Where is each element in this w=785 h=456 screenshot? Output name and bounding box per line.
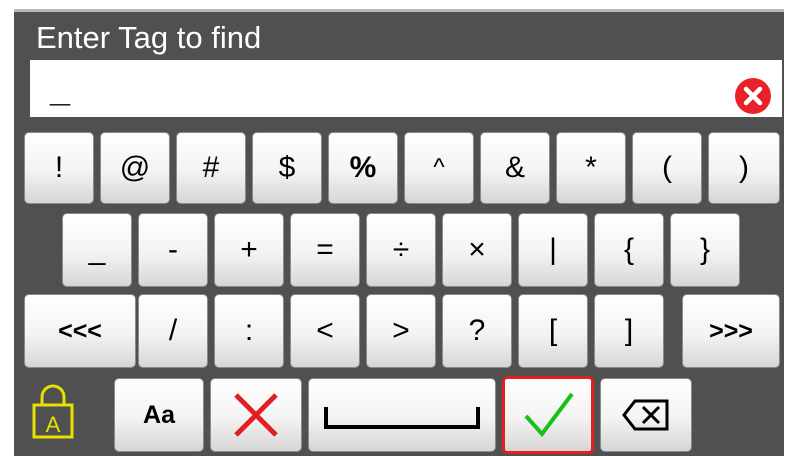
- key-close-bracket[interactable]: ]: [594, 294, 664, 368]
- space-bar-button[interactable]: [308, 378, 496, 452]
- key-open-brace[interactable]: {: [594, 213, 664, 287]
- caps-lock-icon[interactable]: A: [28, 381, 78, 441]
- key-open-bracket[interactable]: [: [518, 294, 588, 368]
- case-toggle-button[interactable]: Aa: [114, 378, 204, 452]
- prompt-label: Enter Tag to find: [36, 20, 262, 55]
- key-colon[interactable]: :: [214, 294, 284, 368]
- key-multiply[interactable]: ×: [442, 213, 512, 287]
- key-greater-than[interactable]: >: [366, 294, 436, 368]
- key-plus[interactable]: +: [214, 213, 284, 287]
- backspace-icon: [622, 399, 669, 431]
- key-percent[interactable]: %: [328, 132, 398, 204]
- key-close-paren[interactable]: ): [708, 132, 780, 204]
- backspace-button[interactable]: [600, 378, 692, 452]
- space-bar-icon: [324, 407, 480, 429]
- key-equals[interactable]: =: [290, 213, 360, 287]
- key-divide[interactable]: ÷: [366, 213, 436, 287]
- key-at[interactable]: @: [100, 132, 170, 204]
- tag-search-input[interactable]: _: [30, 60, 782, 117]
- cancel-x-icon: [234, 393, 278, 437]
- key-hash[interactable]: #: [176, 132, 246, 204]
- key-minus[interactable]: -: [138, 213, 208, 287]
- key-pipe[interactable]: |: [518, 213, 588, 287]
- key-less-than[interactable]: <: [290, 294, 360, 368]
- key-page-right[interactable]: >>>: [682, 294, 780, 368]
- key-question[interactable]: ?: [442, 294, 512, 368]
- key-exclamation[interactable]: !: [24, 132, 94, 204]
- check-icon: [524, 392, 574, 438]
- clear-icon[interactable]: [735, 78, 771, 114]
- confirm-button[interactable]: [502, 376, 594, 454]
- input-value: _: [50, 68, 71, 109]
- key-page-left[interactable]: <<<: [24, 294, 136, 368]
- key-ampersand[interactable]: &: [480, 132, 550, 204]
- key-open-paren[interactable]: (: [632, 132, 702, 204]
- key-caret[interactable]: ^: [404, 132, 474, 204]
- key-asterisk[interactable]: *: [556, 132, 626, 204]
- svg-text:A: A: [46, 412, 61, 437]
- key-dollar[interactable]: $: [252, 132, 322, 204]
- key-slash[interactable]: /: [138, 294, 208, 368]
- key-close-brace[interactable]: }: [670, 213, 740, 287]
- key-underscore[interactable]: _: [62, 213, 132, 287]
- cancel-button[interactable]: [210, 378, 302, 452]
